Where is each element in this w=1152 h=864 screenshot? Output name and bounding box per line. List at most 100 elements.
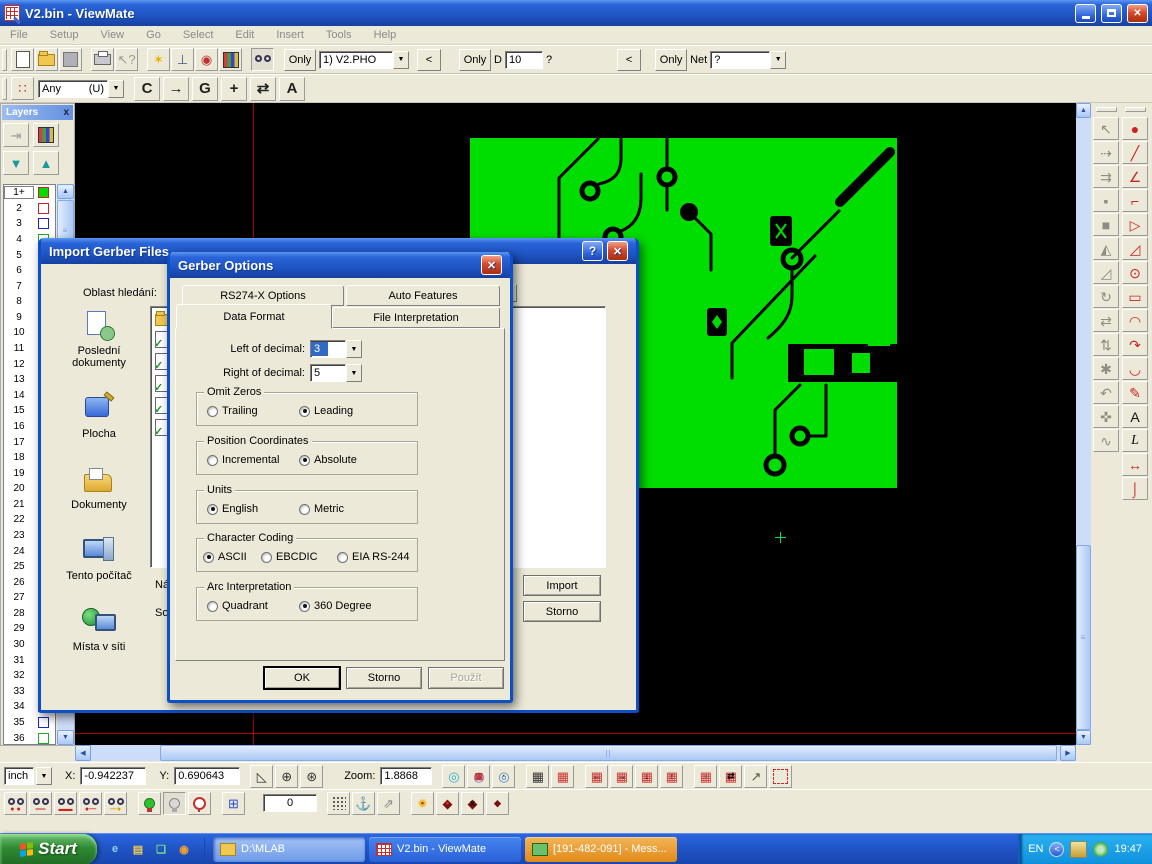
radio-incremental[interactable]: Incremental [207, 454, 279, 466]
scroll-left-button[interactable]: ◀ [75, 745, 91, 761]
place-item-desktop[interactable]: Plocha [53, 393, 145, 440]
pattern-invert-icon[interactable]: ▪◆ [486, 792, 509, 815]
open-file-icon[interactable] [35, 48, 58, 71]
import-close-button[interactable]: ✕ [607, 241, 628, 261]
toolbar-handle[interactable] [2, 78, 7, 100]
menu-item-setup[interactable]: Setup [50, 29, 79, 41]
layers-panel-titlebar[interactable]: Layers x [2, 105, 73, 120]
anchor-icon[interactable]: ⚓ [352, 792, 375, 815]
taskbar-task-1[interactable]: D:\MLAB [213, 837, 365, 862]
swap-icon[interactable]: ⇄ [1093, 309, 1119, 332]
undo-arrow-icon[interactable]: ↶ [1093, 381, 1119, 404]
taskbar-task-3[interactable]: [191-482-091] - Mess... [525, 837, 677, 862]
start-button[interactable]: Start [0, 834, 97, 864]
layer-row-2[interactable]: 2 [4, 201, 55, 217]
bulb-on-icon[interactable] [138, 792, 161, 815]
y-coordinate-value[interactable]: 0.690643 [174, 767, 240, 785]
resize-diag-icon[interactable]: ↗ [744, 765, 767, 788]
clipboard-tray-icon[interactable] [1070, 841, 1087, 858]
draw-triangle-icon[interactable]: ◿ [1122, 237, 1148, 260]
dot-grid-icon[interactable] [327, 792, 350, 815]
zoom-in-icon[interactable]: ◎ [442, 765, 465, 788]
menu-item-edit[interactable]: Edit [235, 29, 254, 41]
menu-item-help[interactable]: Help [374, 29, 397, 41]
wave-edit-icon[interactable]: ∿ [1093, 429, 1119, 452]
zoom-grid-icon[interactable]: ◎▦ [467, 765, 490, 788]
view-outline-glasses-icon[interactable]: —● [104, 792, 127, 815]
window-grid-icon[interactable]: ⊞ [222, 792, 245, 815]
radio-ebcdic[interactable]: EBCDIC [261, 551, 318, 563]
draw-rectangle-icon[interactable]: ▭ [1122, 285, 1148, 308]
view-flash-glasses-icon[interactable]: ● ● [4, 792, 27, 815]
plumb-measure-icon[interactable]: ⊥ [171, 48, 194, 71]
dcode-count-field[interactable]: 0 [263, 794, 317, 812]
layer-row-1+[interactable]: 1+ [4, 185, 55, 201]
language-indicator[interactable]: EN [1028, 843, 1043, 855]
new-file-icon[interactable] [11, 48, 34, 71]
right-of-decimal-arrow[interactable]: ▼ [346, 364, 362, 382]
dashed-move-icon[interactable]: ⇗ [377, 792, 400, 815]
menu-item-insert[interactable]: Insert [276, 29, 304, 41]
highlight-arrow-button[interactable]: → [163, 77, 189, 101]
left-of-decimal-arrow[interactable]: ▼ [346, 340, 362, 358]
left-of-decimal-value[interactable]: 3 [310, 340, 346, 358]
radio-english[interactable]: English [207, 503, 258, 515]
dcode-dots-icon[interactable]: ∷ [11, 77, 34, 100]
help-button[interactable]: ? [582, 241, 603, 261]
minimize-button[interactable] [1075, 4, 1096, 23]
step-left-icon[interactable]: ▦← [585, 765, 608, 788]
layer-row-36[interactable]: 36 [4, 730, 55, 745]
settings-gear-icon[interactable]: ✱ [1093, 357, 1119, 380]
draw-text-icon[interactable]: A [1122, 405, 1148, 428]
import-button[interactable]: Import [523, 575, 601, 596]
place-item-computer[interactable]: Tento počítač [53, 535, 145, 582]
draw-label-icon[interactable]: L [1122, 429, 1148, 452]
green-tray-icon[interactable] [1093, 842, 1108, 857]
only-net-button[interactable]: Only [655, 49, 687, 71]
net-input[interactable]: ? [710, 51, 770, 69]
layer-row-3[interactable]: 3 [4, 216, 55, 232]
unit-select-value[interactable]: inch [4, 767, 34, 785]
print-icon[interactable] [91, 48, 114, 71]
draw-bend-icon[interactable]: ⌡ [1122, 477, 1148, 500]
highlight-swap-button[interactable]: ⇄ [250, 77, 276, 101]
draw-curve-icon[interactable]: ↷ [1122, 333, 1148, 356]
pattern-pad-icon[interactable]: ◆• [436, 792, 459, 815]
gerber-dialog-titlebar[interactable]: Gerber Options ✕ [170, 252, 510, 278]
move-group-icon[interactable]: ⇉ [1093, 165, 1119, 188]
right-of-decimal-value[interactable]: 5 [310, 364, 346, 382]
layers-scroll-up-button[interactable]: ▲ [57, 184, 74, 199]
x-coordinate-value[interactable]: -0.942237 [80, 767, 146, 785]
radio-ascii[interactable]: ASCII [203, 551, 247, 563]
align-icon[interactable]: ⇅ [1093, 333, 1119, 356]
close-button[interactable]: ✕ [1127, 4, 1148, 23]
radio-leading[interactable]: Leading [299, 405, 353, 417]
pan-center-icon[interactable]: ⊛ [300, 765, 323, 788]
bulb-off-icon[interactable] [163, 792, 186, 815]
film-settings-icon[interactable] [33, 123, 59, 147]
highlight-g-button[interactable]: G [192, 77, 218, 101]
copy-frame-icon[interactable]: ▦▫ [694, 765, 717, 788]
view-draw-glasses-icon[interactable]: ══ [29, 792, 52, 815]
crosshair-move-icon[interactable]: ✜ [1093, 405, 1119, 428]
net-select-arrow[interactable]: ▼ [770, 51, 786, 69]
tray-chevron-icon[interactable]: < [1049, 842, 1064, 857]
layers-close-icon[interactable]: x [63, 107, 69, 118]
menu-item-select[interactable]: Select [183, 29, 214, 41]
layers-scroll-down-button[interactable]: ▼ [57, 730, 74, 745]
layer-up-icon[interactable]: ▲ [33, 151, 59, 175]
draw-pad-icon[interactable]: ● [1122, 117, 1148, 140]
step-right-icon[interactable]: ▦→ [610, 765, 633, 788]
menu-item-file[interactable]: File [10, 29, 28, 41]
flash-finder-icon[interactable]: ✶ [147, 48, 170, 71]
tab-file-interpretation[interactable]: File Interpretation [332, 307, 500, 328]
only-dcode-button[interactable]: Only [459, 49, 491, 71]
tab-rs274x-options[interactable]: RS274-X Options [182, 285, 344, 306]
prev-dcode-button[interactable]: < [617, 49, 641, 71]
mirror-icon[interactable]: ◭ [1093, 237, 1119, 260]
horizontal-scrollbar[interactable]: ◀ || ▶ [75, 745, 1076, 761]
origin-crosshair-icon[interactable]: ⊕ [275, 765, 298, 788]
horizontal-scroll-thumb[interactable]: || [160, 745, 1057, 761]
pad-small-icon[interactable]: ▪ [1093, 189, 1119, 212]
rotate-icon[interactable]: ↻ [1093, 285, 1119, 308]
